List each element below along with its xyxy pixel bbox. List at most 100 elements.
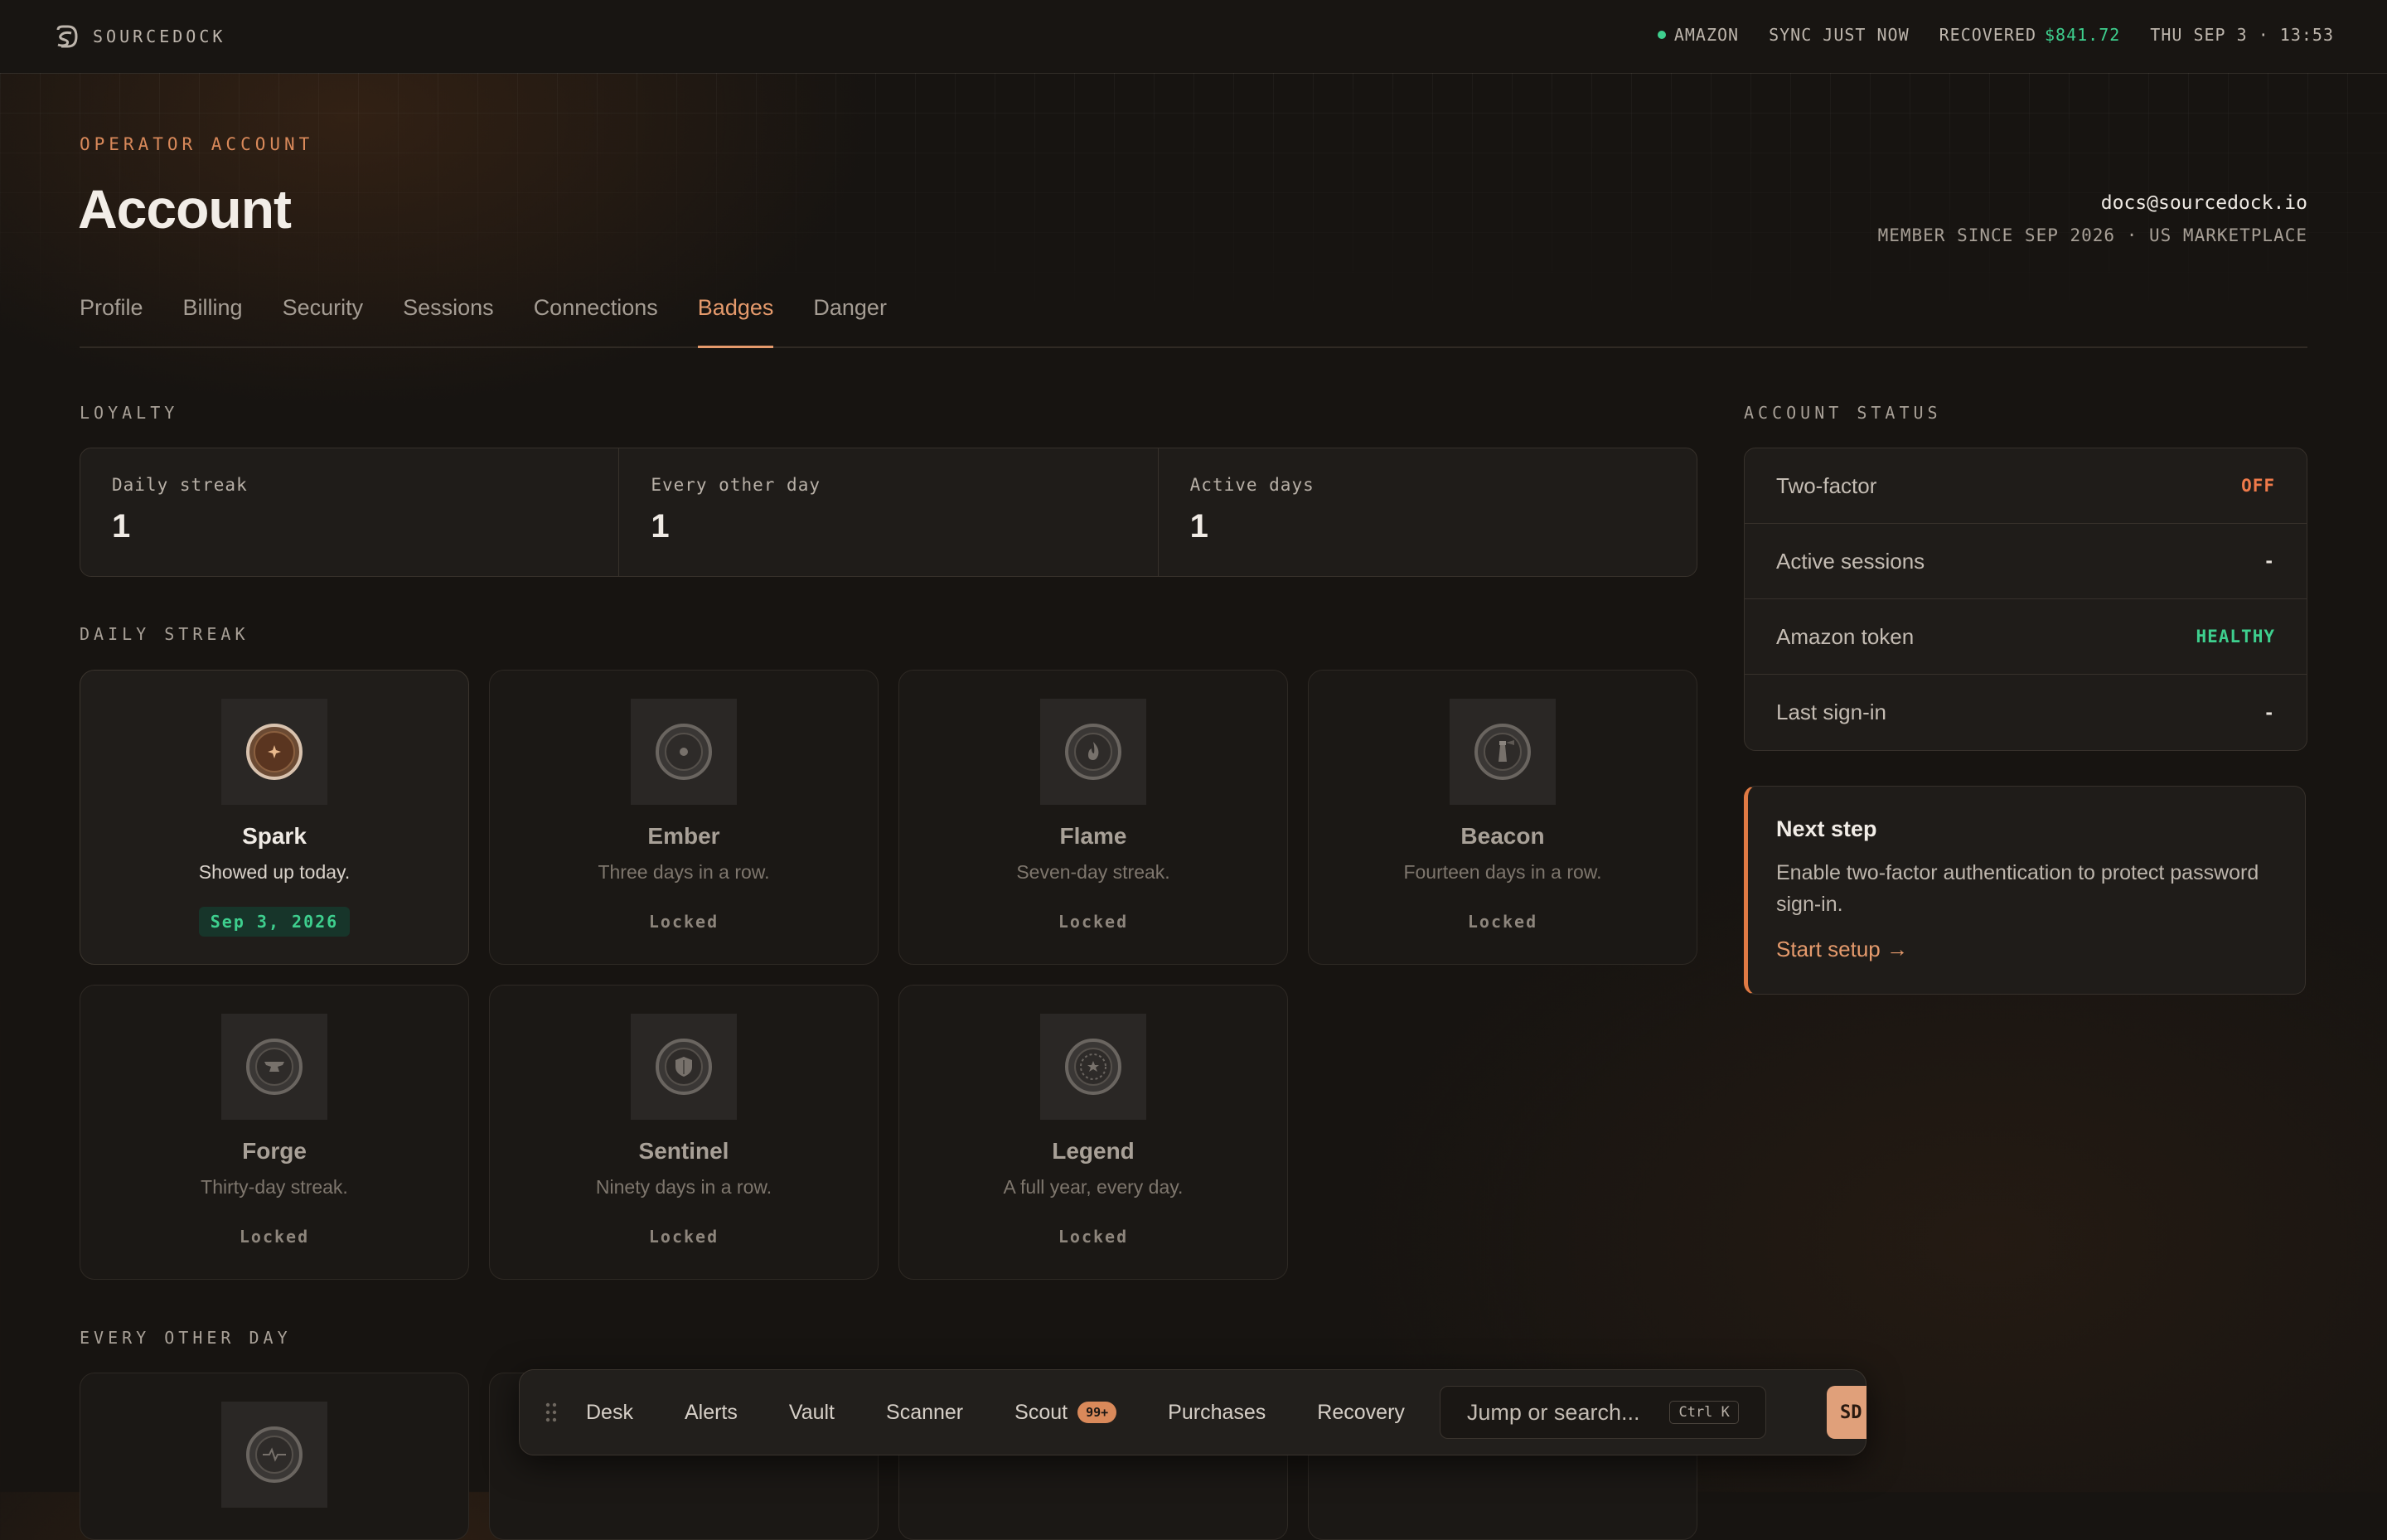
badge-card-beacon[interactable]: Beacon Fourteen days in a row. Locked [1308, 670, 1697, 965]
datetime: THU SEP 3 · 13:53 [2150, 25, 2334, 45]
brand-name: SOURCEDOCK [93, 27, 226, 46]
status-row-two-factor: Two-factor OFF [1745, 448, 2307, 524]
next-step-title: Next step [1776, 816, 1877, 841]
badge-name: Forge [242, 1138, 307, 1164]
dock-item-recovery[interactable]: Recovery [1317, 1401, 1405, 1425]
dock-item-purchases[interactable]: Purchases [1168, 1401, 1266, 1425]
tab-danger[interactable]: Danger [813, 282, 887, 346]
status-row-last-sign-in: Last sign-in - [1745, 675, 2307, 750]
status-label: Last sign-in [1776, 700, 1886, 724]
start-setup-link[interactable]: Start setup → [1776, 937, 1908, 962]
recovered-label: RECOVERED [1939, 25, 2036, 45]
badge-description: Showed up today. [198, 861, 351, 883]
stat-daily-streak: Daily streak 1 [80, 448, 620, 576]
badge-description: Fourteen days in a row. [1403, 861, 1602, 883]
status-value: HEALTHY [2196, 627, 2275, 647]
status-value: - [2264, 551, 2275, 571]
pulse-icon [246, 1426, 303, 1483]
status-label: Two-factor [1776, 472, 1877, 498]
badge-status: Locked [1467, 912, 1538, 932]
search-placeholder: Jump or search... [1466, 1399, 1640, 1425]
badge-earned-date: Sep 3, 2026 [198, 907, 351, 937]
stat-value: 1 [1189, 508, 1208, 545]
dock-item-vault[interactable]: Vault [789, 1401, 835, 1425]
badge-art [631, 1014, 737, 1120]
spark-icon [246, 724, 303, 780]
badge-card-flame[interactable]: Flame Seven-day streak. Locked [898, 670, 1288, 965]
bottom-dock: Desk Alerts Vault Scanner Scout 99+ Purc… [519, 1369, 1867, 1455]
badge-card-forge[interactable]: Forge Thirty-day streak. Locked [80, 985, 469, 1280]
search-shortcut: Ctrl K [1669, 1401, 1739, 1424]
badge-name: Flame [1059, 823, 1127, 849]
stat-active-days: Active days 1 [1159, 448, 1697, 576]
dock-item-scanner[interactable]: Scanner [886, 1401, 963, 1425]
drag-handle-icon[interactable] [545, 1402, 558, 1423]
tab-connections[interactable]: Connections [534, 282, 658, 346]
lighthouse-icon [1474, 724, 1531, 780]
scout-count-badge: 99+ [1077, 1402, 1117, 1423]
tab-profile[interactable]: Profile [80, 282, 143, 346]
badge-name: Ember [647, 823, 720, 849]
dock-item-desk[interactable]: Desk [586, 1401, 633, 1425]
sourcedock-logo-icon [56, 25, 78, 48]
account-email: docs@sourcedock.io [2100, 192, 2307, 214]
dock-label: Recovery [1317, 1400, 1405, 1424]
badge-status: Locked [648, 912, 719, 932]
badge-card-sentinel[interactable]: Sentinel Ninety days in a row. Locked [489, 985, 879, 1280]
every-other-day-section-label: EVERY OTHER DAY [80, 1328, 292, 1348]
status-value: - [2264, 702, 2275, 723]
tab-badges[interactable]: Badges [697, 282, 773, 348]
ember-icon [656, 724, 712, 780]
daily-streak-section-label: DAILY STREAK [80, 624, 249, 644]
laurel-star-icon [1065, 1039, 1121, 1095]
badge-description: Ninety days in a row. [595, 1176, 772, 1198]
account-tabs: Profile Billing Security Sessions Connec… [80, 282, 2307, 348]
loyalty-stats: Daily streak 1 Every other day 1 Active … [80, 448, 1697, 577]
top-bar: SOURCEDOCK AMAZON SYNC JUST NOW RECOVERE… [0, 0, 2387, 74]
badge-card-partial[interactable] [80, 1373, 469, 1540]
brand-logo[interactable]: SOURCEDOCK [53, 23, 225, 50]
datetime-display: THU SEP 3 · 13:53 [2150, 25, 2334, 45]
status-value: OFF [2241, 476, 2275, 496]
jump-search-input[interactable]: Jump or search... Ctrl K [1439, 1386, 1766, 1439]
badge-status: Locked [648, 1227, 719, 1247]
recovered-amount: RECOVERED $841.72 [1939, 25, 2121, 45]
user-avatar-button[interactable]: SD [1827, 1386, 1867, 1439]
badge-description: Thirty-day streak. [201, 1176, 348, 1198]
badge-status: Locked [1058, 912, 1129, 932]
dock-item-alerts[interactable]: Alerts [685, 1401, 738, 1425]
tab-security[interactable]: Security [283, 282, 364, 346]
status-dot-icon [1657, 31, 1666, 39]
badge-art [1040, 699, 1146, 805]
status-label: Active sessions [1776, 548, 1925, 574]
badge-art [1450, 699, 1556, 805]
tab-billing[interactable]: Billing [183, 282, 243, 346]
stat-every-other-day: Every other day 1 [619, 448, 1159, 576]
next-step-card: Next step Enable two-factor authenticati… [1744, 786, 2306, 995]
badge-name: Legend [1052, 1138, 1135, 1164]
tab-sessions[interactable]: Sessions [403, 282, 494, 346]
anvil-icon [246, 1039, 303, 1095]
dock-item-scout[interactable]: Scout 99+ [1014, 1400, 1117, 1425]
dock-label: Scout [1014, 1400, 1068, 1424]
dock-label: Purchases [1168, 1400, 1266, 1424]
marketplace-indicator: AMAZON [1657, 25, 1740, 45]
badge-card-ember[interactable]: Ember Three days in a row. Locked [489, 670, 879, 965]
badge-name: Sentinel [638, 1138, 729, 1164]
stat-label: Active days [1189, 475, 1315, 495]
sync-status: SYNC JUST NOW [1769, 25, 1910, 45]
badge-art [221, 1014, 327, 1120]
member-since: MEMBER SINCE SEP 2026 · US MARKETPLACE [1877, 225, 2307, 245]
page-eyebrow: OPERATOR ACCOUNT [80, 134, 314, 154]
marketplace-label: AMAZON [1673, 25, 1740, 45]
status-row-amazon-token: Amazon token HEALTHY [1745, 599, 2307, 675]
status-label: Amazon token [1776, 623, 1915, 649]
badge-card-spark[interactable]: Spark Showed up today. Sep 3, 2026 [80, 670, 469, 965]
badge-description: Seven-day streak. [1016, 861, 1170, 883]
badge-art [1040, 1014, 1146, 1120]
flame-icon [1065, 724, 1121, 780]
stat-value: 1 [112, 508, 131, 545]
badge-name: Spark [242, 823, 307, 849]
account-status-section-label: ACCOUNT STATUS [1744, 403, 1942, 423]
badge-card-legend[interactable]: Legend A full year, every day. Locked [898, 985, 1288, 1280]
